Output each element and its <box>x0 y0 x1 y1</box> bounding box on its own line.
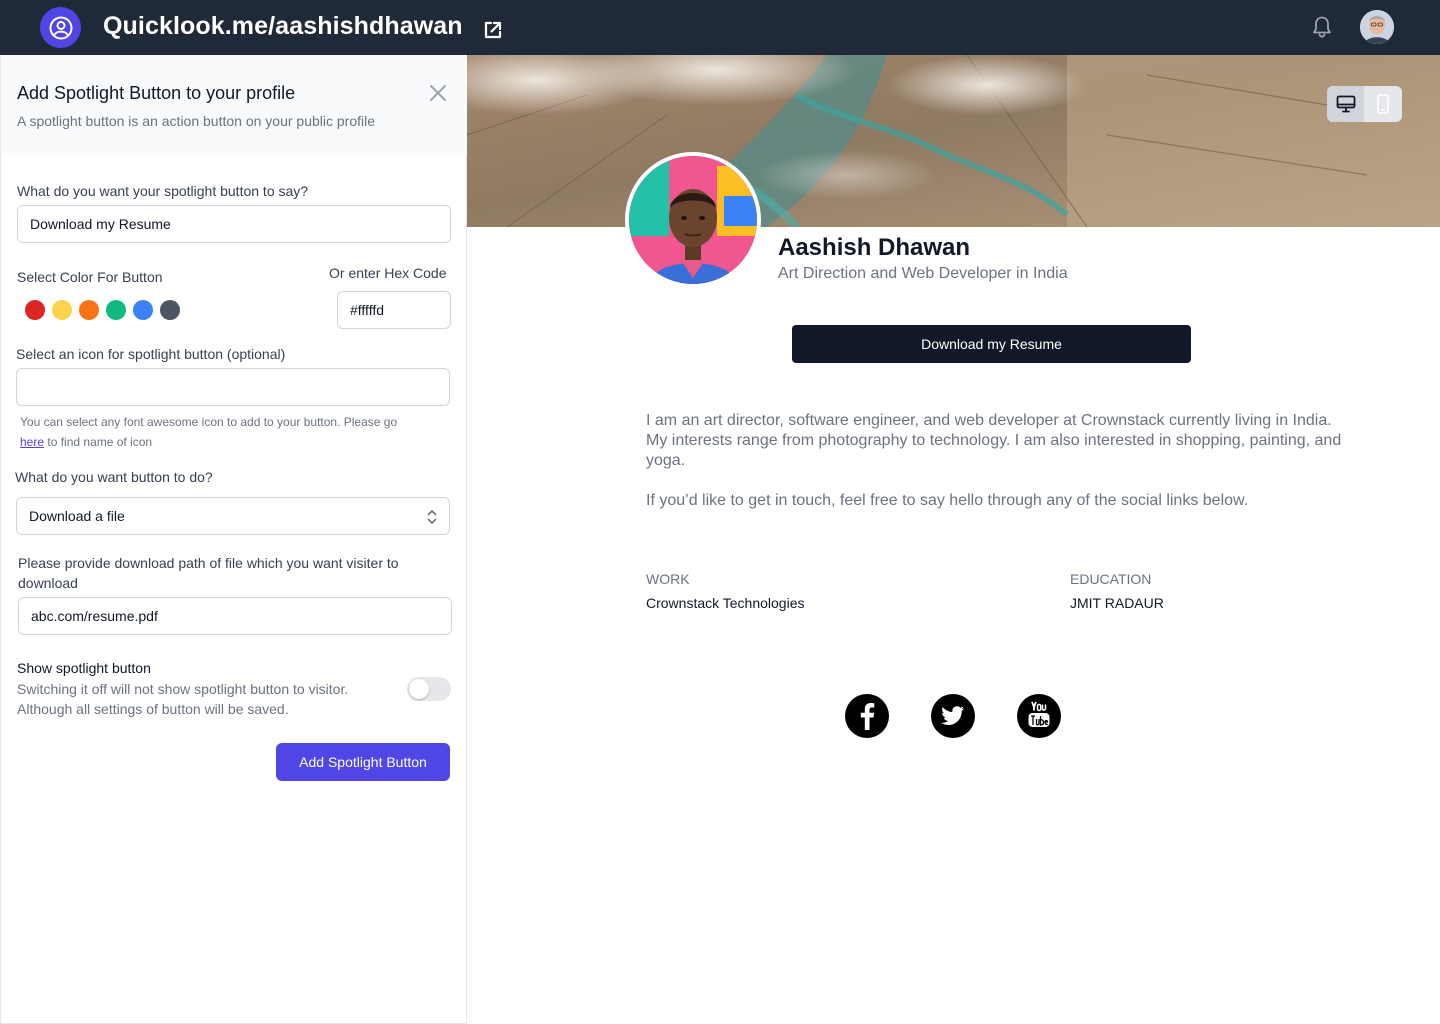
color-swatch[interactable] <box>160 300 180 320</box>
hex-code-input[interactable] <box>337 291 451 329</box>
add-spotlight-button[interactable]: Add Spotlight Button <box>276 743 450 781</box>
bio-paragraph: If you’d like to get in touch, feel free… <box>646 492 1249 509</box>
download-path-input[interactable] <box>18 597 452 635</box>
show-spotlight-toggle[interactable] <box>407 677 451 701</box>
icon-label: Select an icon for spotlight button (opt… <box>16 346 286 362</box>
hint-link[interactable]: here <box>20 435 44 449</box>
hint-text: You can select any font awesome icon to … <box>20 415 398 429</box>
color-swatch[interactable] <box>25 300 45 320</box>
twitter-link[interactable] <box>931 694 975 738</box>
facebook-icon <box>860 703 875 730</box>
panel-title: Add Spotlight Button to your profile <box>17 83 296 103</box>
youtube-link[interactable] <box>1017 694 1061 738</box>
close-icon[interactable] <box>429 84 447 102</box>
icon-input[interactable] <box>16 368 450 406</box>
cover-image <box>467 55 1440 227</box>
path-label: Please provide download path of file whi… <box>18 555 399 591</box>
bell-icon[interactable] <box>1311 15 1333 39</box>
icon-hint: You can select any font awesome icon to … <box>20 412 440 452</box>
hint-text-after: to find name of icon <box>44 435 153 449</box>
color-swatch[interactable] <box>52 300 72 320</box>
chevron-up-down-icon <box>427 510 437 524</box>
button-text-input[interactable] <box>17 205 451 243</box>
color-label: Select Color For Button <box>17 269 163 285</box>
mobile-icon <box>1376 94 1389 114</box>
toggle-knob <box>409 679 429 699</box>
top-bar: Quicklook.me/aashishdhawan <box>0 0 1440 55</box>
toggle-description: Switching it off will not show spotlight… <box>17 681 349 717</box>
mobile-view-button[interactable] <box>1364 86 1401 122</box>
avatar[interactable] <box>1360 10 1394 44</box>
color-swatch[interactable] <box>133 300 153 320</box>
profile-name: Aashish Dhawan <box>778 234 971 261</box>
spotlight-settings-panel: Add Spotlight Button to your profile A s… <box>0 55 467 1024</box>
toggle-title: Show spotlight button <box>17 660 151 676</box>
panel-header: Add Spotlight Button to your profile A s… <box>1 55 467 155</box>
education-label: EDUCATION <box>1070 571 1152 587</box>
view-mode-toggle <box>1327 86 1402 122</box>
work-value: Crownstack Technologies <box>646 595 805 611</box>
logo-icon[interactable] <box>40 7 81 48</box>
spotlight-preview-button[interactable]: Download my Resume <box>792 325 1191 363</box>
action-select-value: Download a file <box>29 508 125 524</box>
external-link-icon[interactable] <box>482 19 504 41</box>
bio-paragraph: I am an art director, software engineer,… <box>646 412 1342 469</box>
profile-role: Art Direction and Web Developer in India <box>778 265 1068 282</box>
action-select[interactable]: Download a file <box>16 497 450 535</box>
education-value: JMIT RADAUR <box>1070 595 1164 611</box>
button-text-label: What do you want your spotlight button t… <box>17 183 309 199</box>
desktop-view-button[interactable] <box>1327 86 1364 122</box>
twitter-icon <box>941 706 964 725</box>
color-swatch[interactable] <box>79 300 99 320</box>
profile-photo <box>625 152 761 288</box>
color-swatch[interactable] <box>106 300 126 320</box>
panel-subtitle: A spotlight button is an action button o… <box>17 113 376 129</box>
work-label: WORK <box>646 571 690 587</box>
color-swatches <box>25 300 180 320</box>
action-label: What do you want button to do? <box>15 469 213 485</box>
profile-bio: I am an art director, software engineer,… <box>646 411 1346 511</box>
youtube-icon <box>1028 701 1050 727</box>
facebook-link[interactable] <box>845 694 889 738</box>
desktop-icon <box>1336 95 1355 113</box>
site-title[interactable]: Quicklook.me/aashishdhawan <box>103 12 463 41</box>
hex-code-label: Or enter Hex Code <box>329 265 447 281</box>
